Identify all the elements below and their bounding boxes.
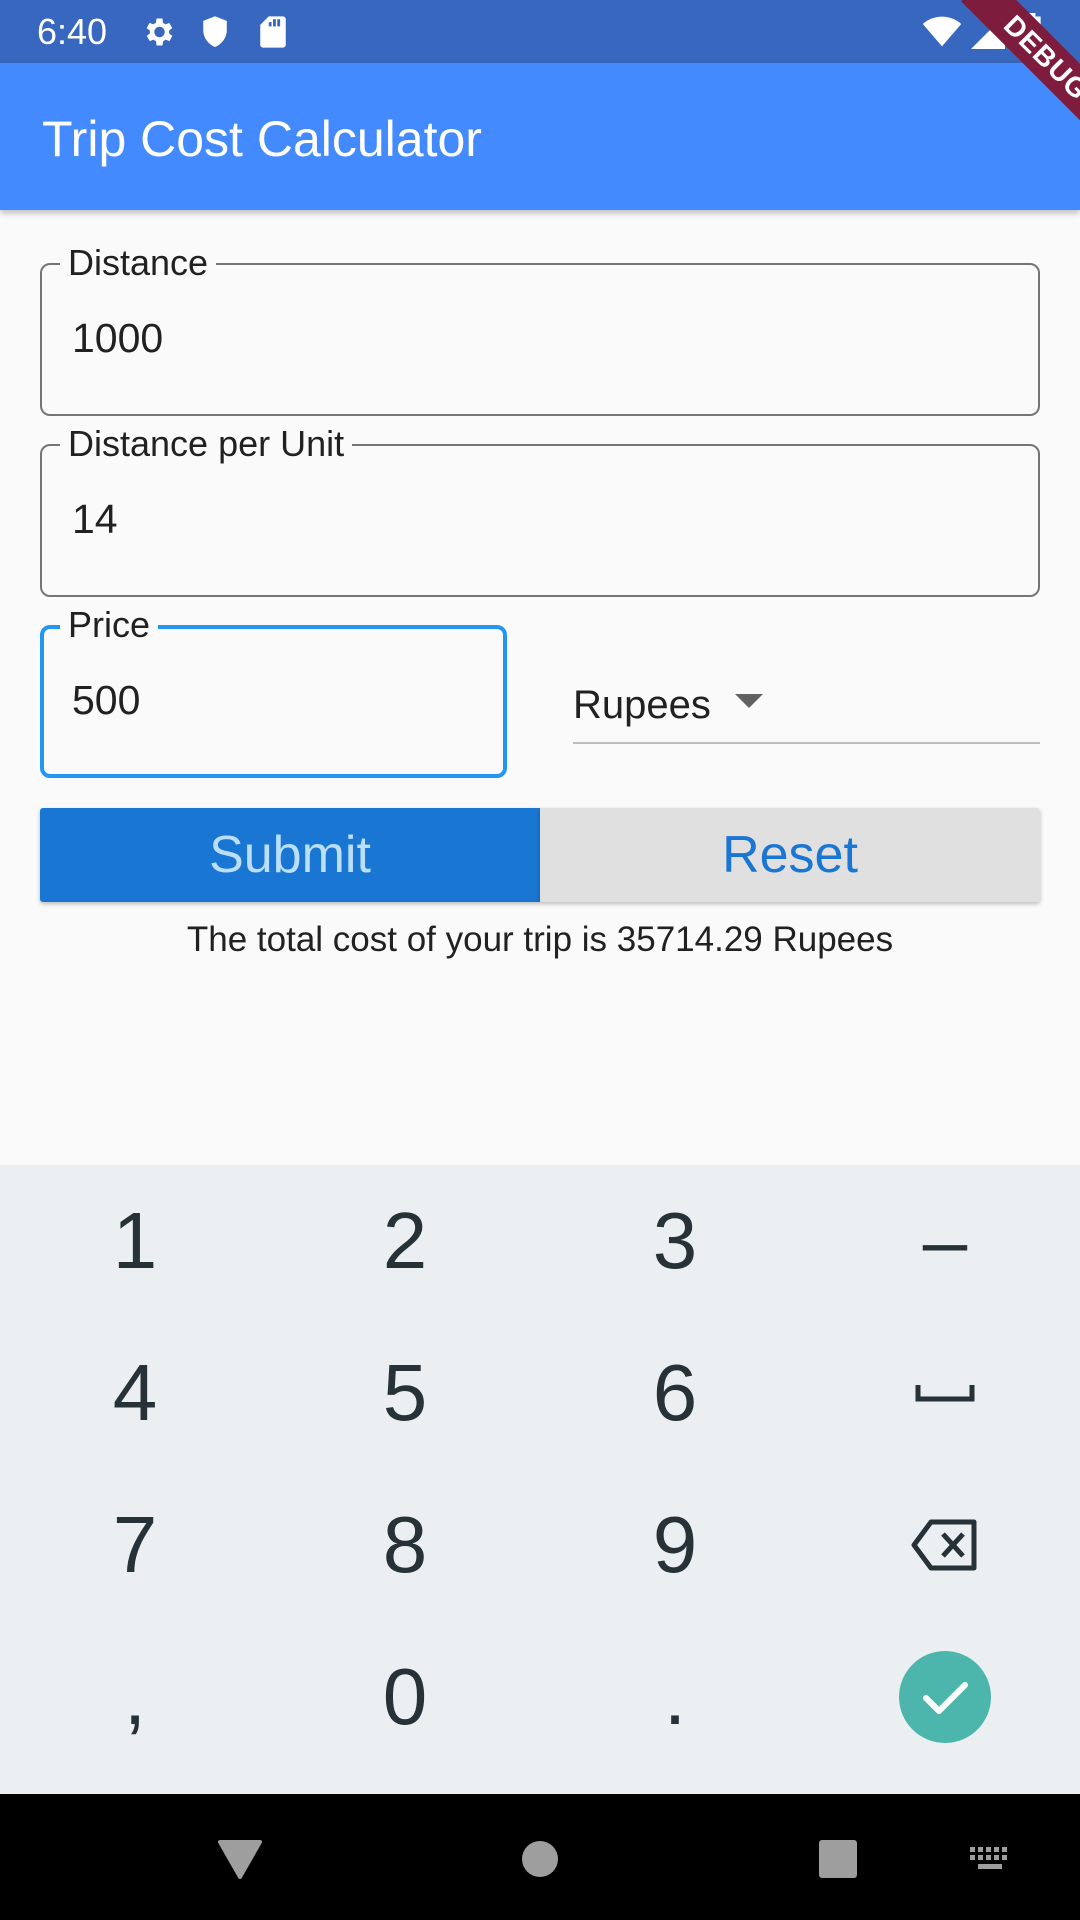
- key-8[interactable]: 8: [270, 1469, 540, 1621]
- distance-label: Distance: [60, 241, 217, 285]
- key-9[interactable]: 9: [540, 1469, 810, 1621]
- key-period[interactable]: .: [540, 1621, 810, 1773]
- key-comma[interactable]: ,: [0, 1621, 270, 1773]
- distance-field[interactable]: Distance 1000: [40, 241, 1040, 416]
- app-bar: Trip Cost Calculator: [0, 63, 1080, 210]
- reset-button[interactable]: Reset: [540, 808, 1040, 902]
- price-value[interactable]: 500: [72, 675, 140, 725]
- key-5[interactable]: 5: [270, 1317, 540, 1469]
- distance-value[interactable]: 1000: [72, 313, 163, 363]
- distance-per-unit-field[interactable]: Distance per Unit 14: [40, 422, 1040, 597]
- currency-selected: Rupees: [573, 683, 711, 727]
- sd-card-icon: [253, 12, 293, 52]
- battery-charging-icon: [1012, 12, 1052, 52]
- key-backspace[interactable]: [810, 1469, 1080, 1621]
- navigation-bar: [0, 1794, 1080, 1920]
- key-4[interactable]: 4: [0, 1317, 270, 1469]
- backspace-icon: [911, 1519, 977, 1571]
- key-3[interactable]: 3: [540, 1165, 810, 1317]
- back-triangle-icon[interactable]: [200, 1829, 280, 1889]
- key-dash[interactable]: –: [810, 1165, 1080, 1317]
- home-circle-icon[interactable]: [500, 1829, 580, 1889]
- key-6[interactable]: 6: [540, 1317, 810, 1469]
- key-2[interactable]: 2: [270, 1165, 540, 1317]
- recents-square-icon[interactable]: [798, 1829, 878, 1889]
- distance-per-unit-label: Distance per Unit: [60, 422, 353, 466]
- gear-icon: [138, 12, 178, 52]
- key-space[interactable]: [810, 1317, 1080, 1469]
- key-done[interactable]: [810, 1621, 1080, 1773]
- dropdown-arrow-icon: [735, 694, 763, 708]
- wifi-icon: [922, 12, 962, 52]
- status-bar: 6:40: [0, 0, 1080, 63]
- currency-dropdown[interactable]: Rupees: [573, 666, 1040, 744]
- space-icon: [915, 1385, 975, 1402]
- key-0[interactable]: 0: [270, 1621, 540, 1773]
- distance-per-unit-value[interactable]: 14: [72, 494, 118, 544]
- check-icon: [899, 1651, 991, 1743]
- key-1[interactable]: 1: [0, 1165, 270, 1317]
- submit-button[interactable]: Submit: [40, 808, 540, 902]
- shield-icon: [195, 12, 235, 52]
- price-label: Price: [60, 603, 159, 647]
- keyboard-switch-icon[interactable]: [950, 1829, 1030, 1889]
- status-time: 6:40: [37, 11, 108, 52]
- cell-signal-icon: [968, 12, 1008, 52]
- app-title: Trip Cost Calculator: [42, 111, 482, 167]
- key-7[interactable]: 7: [0, 1469, 270, 1621]
- result-text: The total cost of your trip is 35714.29 …: [186, 920, 894, 959]
- price-field[interactable]: Price 500: [40, 603, 507, 778]
- numeric-keyboard: 1 2 3 – 4 5 6 7 8 9 , 0 .: [0, 1165, 1080, 1794]
